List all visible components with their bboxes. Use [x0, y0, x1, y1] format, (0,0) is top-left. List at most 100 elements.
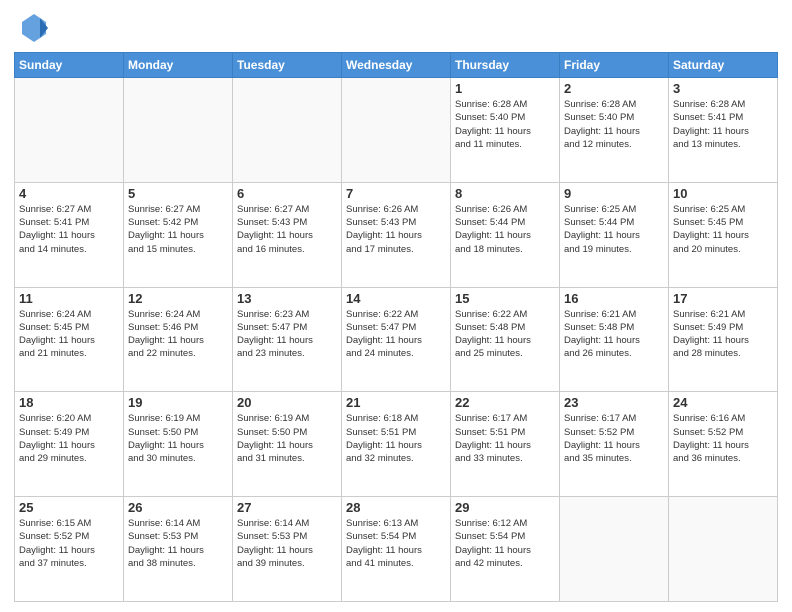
day-info: Sunrise: 6:25 AM Sunset: 5:45 PM Dayligh… — [673, 203, 773, 256]
day-number: 3 — [673, 81, 773, 96]
day-number: 21 — [346, 395, 446, 410]
calendar-cell: 16 Sunrise: 6:21 AM Sunset: 5:48 PM Dayli… — [560, 287, 669, 392]
calendar-cell: 8Sunrise: 6:26 AM Sunset: 5:44 PM Daylig… — [451, 182, 560, 287]
day-number: 24 — [673, 395, 773, 410]
day-number: 2 — [564, 81, 664, 96]
day-info: Sunrise: 6:13 AM Sunset: 5:54 PM Dayligh… — [346, 517, 446, 570]
calendar-cell: 18 Sunrise: 6:20 AM Sunset: 5:49 PM Dayli… — [15, 392, 124, 497]
calendar-header-friday: Friday — [560, 53, 669, 78]
day-info: Sunrise: 6:14 AM Sunset: 5:53 PM Dayligh… — [237, 517, 337, 570]
day-info: Sunrise: 6:18 AM Sunset: 5:51 PM Dayligh… — [346, 412, 446, 465]
day-number: 20 — [237, 395, 337, 410]
day-number: 8 — [455, 186, 555, 201]
calendar-cell: 20Sunrise: 6:19 AM Sunset: 5:50 PM Dayli… — [233, 392, 342, 497]
calendar-cell: 9 Sunrise: 6:25 AM Sunset: 5:44 PM Daylig… — [560, 182, 669, 287]
day-number: 12 — [128, 291, 228, 306]
calendar-cell: 11 Sunrise: 6:24 AM Sunset: 5:45 PM Dayli… — [15, 287, 124, 392]
day-info: Sunrise: 6:21 AM Sunset: 5:48 PM Dayligh… — [564, 308, 664, 361]
calendar-cell: 14Sunrise: 6:22 AM Sunset: 5:47 PM Dayli… — [342, 287, 451, 392]
calendar-header-monday: Monday — [124, 53, 233, 78]
day-info: Sunrise: 6:16 AM Sunset: 5:52 PM Dayligh… — [673, 412, 773, 465]
day-info: Sunrise: 6:14 AM Sunset: 5:53 PM Dayligh… — [128, 517, 228, 570]
day-number: 22 — [455, 395, 555, 410]
calendar-cell: 12 Sunrise: 6:24 AM Sunset: 5:46 PM Dayli… — [124, 287, 233, 392]
day-info: Sunrise: 6:22 AM Sunset: 5:48 PM Dayligh… — [455, 308, 555, 361]
calendar-week-2: 11 Sunrise: 6:24 AM Sunset: 5:45 PM Dayli… — [15, 287, 778, 392]
day-number: 27 — [237, 500, 337, 515]
day-number: 4 — [19, 186, 119, 201]
calendar-cell: 27 Sunrise: 6:14 AM Sunset: 5:53 PM Dayli… — [233, 497, 342, 602]
calendar-header-thursday: Thursday — [451, 53, 560, 78]
day-info: Sunrise: 6:25 AM Sunset: 5:44 PM Dayligh… — [564, 203, 664, 256]
calendar-cell: 2 Sunrise: 6:28 AM Sunset: 5:40 PM Daylig… — [560, 78, 669, 183]
calendar-cell: 23Sunrise: 6:17 AM Sunset: 5:52 PM Dayli… — [560, 392, 669, 497]
day-info: Sunrise: 6:15 AM Sunset: 5:52 PM Dayligh… — [19, 517, 119, 570]
day-number: 16 — [564, 291, 664, 306]
calendar-cell: 15 Sunrise: 6:22 AM Sunset: 5:48 PM Dayli… — [451, 287, 560, 392]
calendar-cell: 1 Sunrise: 6:28 AM Sunset: 5:40 PM Daylig… — [451, 78, 560, 183]
day-number: 11 — [19, 291, 119, 306]
calendar-table: SundayMondayTuesdayWednesdayThursdayFrid… — [14, 52, 778, 602]
calendar-cell: 7 Sunrise: 6:26 AM Sunset: 5:43 PM Daylig… — [342, 182, 451, 287]
day-info: Sunrise: 6:23 AM Sunset: 5:47 PM Dayligh… — [237, 308, 337, 361]
logo — [14, 10, 54, 46]
day-number: 6 — [237, 186, 337, 201]
calendar-header-row: SundayMondayTuesdayWednesdayThursdayFrid… — [15, 53, 778, 78]
day-info: Sunrise: 6:24 AM Sunset: 5:46 PM Dayligh… — [128, 308, 228, 361]
day-number: 18 — [19, 395, 119, 410]
day-info: Sunrise: 6:17 AM Sunset: 5:51 PM Dayligh… — [455, 412, 555, 465]
calendar-cell — [342, 78, 451, 183]
calendar-cell: 21 Sunrise: 6:18 AM Sunset: 5:51 PM Dayli… — [342, 392, 451, 497]
calendar-cell: 24 Sunrise: 6:16 AM Sunset: 5:52 PM Dayli… — [669, 392, 778, 497]
calendar-cell: 13 Sunrise: 6:23 AM Sunset: 5:47 PM Dayli… — [233, 287, 342, 392]
calendar-header-wednesday: Wednesday — [342, 53, 451, 78]
day-number: 15 — [455, 291, 555, 306]
day-info: Sunrise: 6:27 AM Sunset: 5:43 PM Dayligh… — [237, 203, 337, 256]
day-number: 13 — [237, 291, 337, 306]
calendar-header-tuesday: Tuesday — [233, 53, 342, 78]
calendar-header-saturday: Saturday — [669, 53, 778, 78]
calendar-cell: 6 Sunrise: 6:27 AM Sunset: 5:43 PM Daylig… — [233, 182, 342, 287]
day-info: Sunrise: 6:24 AM Sunset: 5:45 PM Dayligh… — [19, 308, 119, 361]
calendar-cell — [669, 497, 778, 602]
day-number: 7 — [346, 186, 446, 201]
day-info: Sunrise: 6:26 AM Sunset: 5:43 PM Dayligh… — [346, 203, 446, 256]
day-info: Sunrise: 6:28 AM Sunset: 5:40 PM Dayligh… — [455, 98, 555, 151]
calendar-cell: 10 Sunrise: 6:25 AM Sunset: 5:45 PM Dayli… — [669, 182, 778, 287]
calendar-cell — [15, 78, 124, 183]
day-info: Sunrise: 6:27 AM Sunset: 5:41 PM Dayligh… — [19, 203, 119, 256]
calendar-cell: 22 Sunrise: 6:17 AM Sunset: 5:51 PM Dayli… — [451, 392, 560, 497]
calendar-week-4: 25 Sunrise: 6:15 AM Sunset: 5:52 PM Dayli… — [15, 497, 778, 602]
calendar-header-sunday: Sunday — [15, 53, 124, 78]
header — [14, 10, 778, 46]
page: SundayMondayTuesdayWednesdayThursdayFrid… — [0, 0, 792, 612]
day-number: 9 — [564, 186, 664, 201]
calendar-cell: 5 Sunrise: 6:27 AM Sunset: 5:42 PM Daylig… — [124, 182, 233, 287]
day-info: Sunrise: 6:17 AM Sunset: 5:52 PM Dayligh… — [564, 412, 664, 465]
day-number: 10 — [673, 186, 773, 201]
calendar-cell — [560, 497, 669, 602]
day-number: 29 — [455, 500, 555, 515]
day-info: Sunrise: 6:27 AM Sunset: 5:42 PM Dayligh… — [128, 203, 228, 256]
day-number: 28 — [346, 500, 446, 515]
calendar-week-0: 1 Sunrise: 6:28 AM Sunset: 5:40 PM Daylig… — [15, 78, 778, 183]
day-info: Sunrise: 6:20 AM Sunset: 5:49 PM Dayligh… — [19, 412, 119, 465]
calendar-cell: 26 Sunrise: 6:14 AM Sunset: 5:53 PM Dayli… — [124, 497, 233, 602]
calendar-cell: 29 Sunrise: 6:12 AM Sunset: 5:54 PM Dayli… — [451, 497, 560, 602]
calendar-cell — [233, 78, 342, 183]
day-info: Sunrise: 6:22 AM Sunset: 5:47 PM Dayligh… — [346, 308, 446, 361]
calendar-cell: 19Sunrise: 6:19 AM Sunset: 5:50 PM Dayli… — [124, 392, 233, 497]
day-info: Sunrise: 6:12 AM Sunset: 5:54 PM Dayligh… — [455, 517, 555, 570]
logo-icon — [14, 10, 50, 46]
day-info: Sunrise: 6:19 AM Sunset: 5:50 PM Dayligh… — [128, 412, 228, 465]
calendar-cell: 3Sunrise: 6:28 AM Sunset: 5:41 PM Daylig… — [669, 78, 778, 183]
calendar-week-1: 4 Sunrise: 6:27 AM Sunset: 5:41 PM Daylig… — [15, 182, 778, 287]
day-number: 26 — [128, 500, 228, 515]
calendar-cell: 17Sunrise: 6:21 AM Sunset: 5:49 PM Dayli… — [669, 287, 778, 392]
day-number: 5 — [128, 186, 228, 201]
day-number: 17 — [673, 291, 773, 306]
day-number: 25 — [19, 500, 119, 515]
day-info: Sunrise: 6:28 AM Sunset: 5:40 PM Dayligh… — [564, 98, 664, 151]
day-number: 1 — [455, 81, 555, 96]
calendar-cell: 25 Sunrise: 6:15 AM Sunset: 5:52 PM Dayli… — [15, 497, 124, 602]
